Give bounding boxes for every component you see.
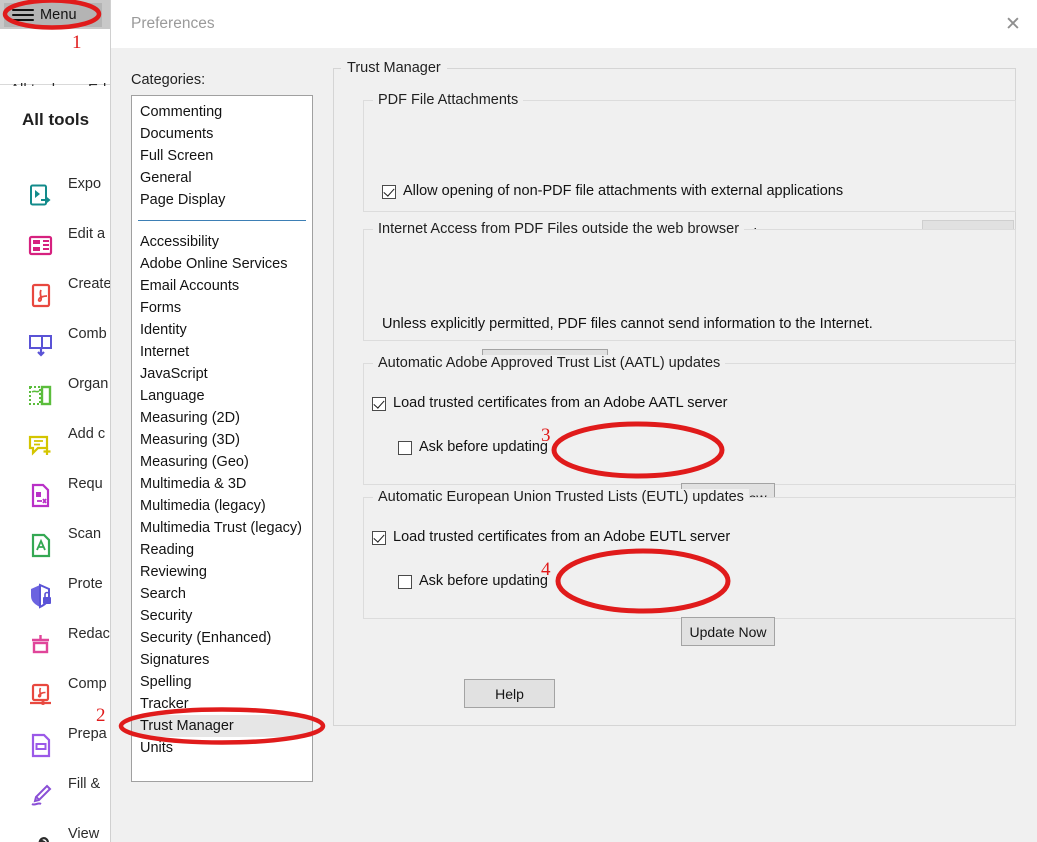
allow-non-pdf-attachments-checkbox[interactable] (382, 185, 396, 199)
categories-divider (138, 220, 306, 221)
tool-label: Edit a (68, 226, 106, 242)
dialog-title-bar: Preferences ✕ (111, 0, 1037, 48)
category-general[interactable]: General (132, 167, 312, 189)
category-internet[interactable]: Internet (132, 341, 312, 363)
category-security[interactable]: Security (132, 605, 312, 627)
internet-access-description: Unless explicitly permitted, PDF files c… (382, 316, 873, 332)
tool-label: Expo (68, 176, 102, 192)
tool-label: Scan (68, 526, 102, 542)
allow-non-pdf-attachments-label: Allow opening of non-PDF file attachment… (403, 183, 844, 199)
category-search[interactable]: Search (132, 583, 312, 605)
annotation-number-3: 3 (541, 425, 551, 446)
trust-manager-panel-title: Trust Manager (341, 60, 447, 76)
prepare-form-icon (31, 733, 51, 758)
category-javascript[interactable]: JavaScript (132, 363, 312, 385)
category-multimedia-trust-legacy[interactable]: Multimedia Trust (legacy) (132, 517, 312, 539)
tool-label: Prote (68, 576, 103, 592)
internet-access-legend: Internet Access from PDF Files outside t… (373, 221, 745, 237)
category-spelling[interactable]: Spelling (132, 671, 312, 693)
category-accessibility[interactable]: Accessibility (132, 231, 312, 253)
category-security-enhanced[interactable]: Security (Enhanced) (132, 627, 312, 649)
request-esign-icon (31, 483, 50, 508)
compare-files-icon (30, 683, 51, 705)
tool-label: Fill & (68, 776, 101, 792)
category-page-display[interactable]: Page Display (132, 189, 312, 211)
tool-label: View (68, 826, 100, 842)
close-icon[interactable]: ✕ (998, 10, 1028, 38)
tool-label: Organ (68, 376, 109, 392)
protect-icon (31, 583, 51, 609)
category-trust-manager[interactable]: Trust Manager (132, 715, 312, 737)
category-multimedia-legacy[interactable]: Multimedia (legacy) (132, 495, 312, 517)
tool-label: Prepa (68, 726, 107, 742)
view-more-icon (38, 837, 49, 842)
category-documents[interactable]: Documents (132, 123, 312, 145)
eutl-ask-before-updating-label: Ask before updating (419, 573, 548, 589)
tool-label: Requ (68, 476, 103, 492)
dialog-body: Categories: Commenting Documents Full Scre… (111, 48, 1037, 842)
add-comment-icon (28, 435, 51, 456)
annotation-number-2: 2 (96, 705, 106, 726)
category-full-screen[interactable]: Full Screen (132, 145, 312, 167)
category-measuring-2d[interactable]: Measuring (2D) (132, 407, 312, 429)
category-units[interactable]: Units (132, 737, 312, 759)
aatl-load-certificates-checkbox[interactable] (372, 397, 386, 411)
aatl-ask-before-updating-label: Ask before updating (419, 439, 548, 455)
eutl-updates-legend: Automatic European Union Trusted Lists (… (373, 489, 749, 505)
tool-label: Add c (68, 426, 106, 442)
categories-label: Categories: (131, 72, 206, 88)
combine-files-icon (29, 335, 52, 357)
fill-and-sign-icon (31, 784, 52, 806)
preferences-dialog: Preferences ✕ Categories: Commenting Docu… (110, 0, 1037, 842)
scan-ocr-icon (31, 533, 51, 558)
categories-group-primary: Commenting Documents Full Screen General Pag… (132, 101, 312, 211)
create-pdf-icon (31, 283, 51, 308)
export-pdf-icon (30, 184, 51, 206)
tool-label: Comp (68, 676, 107, 692)
dialog-title: Preferences (131, 15, 215, 32)
eutl-update-now-button[interactable]: Update Now (681, 617, 775, 646)
category-tracker[interactable]: Tracker (132, 693, 312, 715)
aatl-updates-group (363, 363, 1016, 485)
screen: Menu ☗ ▲ All tools Ed All tools Expo (0, 0, 1037, 842)
eutl-updates-group (363, 497, 1016, 619)
redact-icon (32, 635, 49, 654)
sidebar-heading: All tools (22, 110, 90, 129)
category-commenting[interactable]: Commenting (132, 101, 312, 123)
annotation-number-1: 1 (72, 32, 82, 53)
aatl-ask-before-updating-checkbox[interactable] (398, 441, 412, 455)
category-adobe-online-services[interactable]: Adobe Online Services (132, 253, 312, 275)
tool-label: Redac (68, 626, 110, 642)
menu-button-label: Menu (40, 7, 77, 23)
category-measuring-geo[interactable]: Measuring (Geo) (132, 451, 312, 473)
category-forms[interactable]: Forms (132, 297, 312, 319)
organize-pages-icon (29, 385, 52, 406)
aatl-load-certificates-label: Load trusted certificates from an Adobe … (393, 395, 728, 411)
eutl-load-certificates-checkbox[interactable] (372, 531, 386, 545)
aatl-updates-legend: Automatic Adobe Approved Trust List (AAT… (373, 355, 726, 371)
edit-pdf-icon (28, 235, 53, 256)
tool-label: Comb (68, 326, 107, 342)
eutl-load-certificates-label: Load trusted certificates from an Adobe … (393, 529, 731, 545)
pdf-file-attachments-legend: PDF File Attachments (373, 92, 524, 108)
annotation-number-4: 4 (541, 559, 551, 580)
category-measuring-3d[interactable]: Measuring (3D) (132, 429, 312, 451)
menu-button[interactable]: Menu (4, 3, 102, 27)
category-identity[interactable]: Identity (132, 319, 312, 341)
category-signatures[interactable]: Signatures (132, 649, 312, 671)
categories-group-secondary: Accessibility Adobe Online Services Email … (132, 231, 312, 759)
categories-list[interactable]: Commenting Documents Full Screen General Pag… (131, 95, 313, 782)
eutl-ask-before-updating-checkbox[interactable] (398, 575, 412, 589)
category-email-accounts[interactable]: Email Accounts (132, 275, 312, 297)
category-reviewing[interactable]: Reviewing (132, 561, 312, 583)
category-multimedia-3d[interactable]: Multimedia & 3D (132, 473, 312, 495)
tool-label: Create (68, 276, 112, 292)
hamburger-icon (12, 8, 34, 22)
category-language[interactable]: Language (132, 385, 312, 407)
category-reading[interactable]: Reading (132, 539, 312, 561)
help-button[interactable]: Help (464, 679, 555, 708)
